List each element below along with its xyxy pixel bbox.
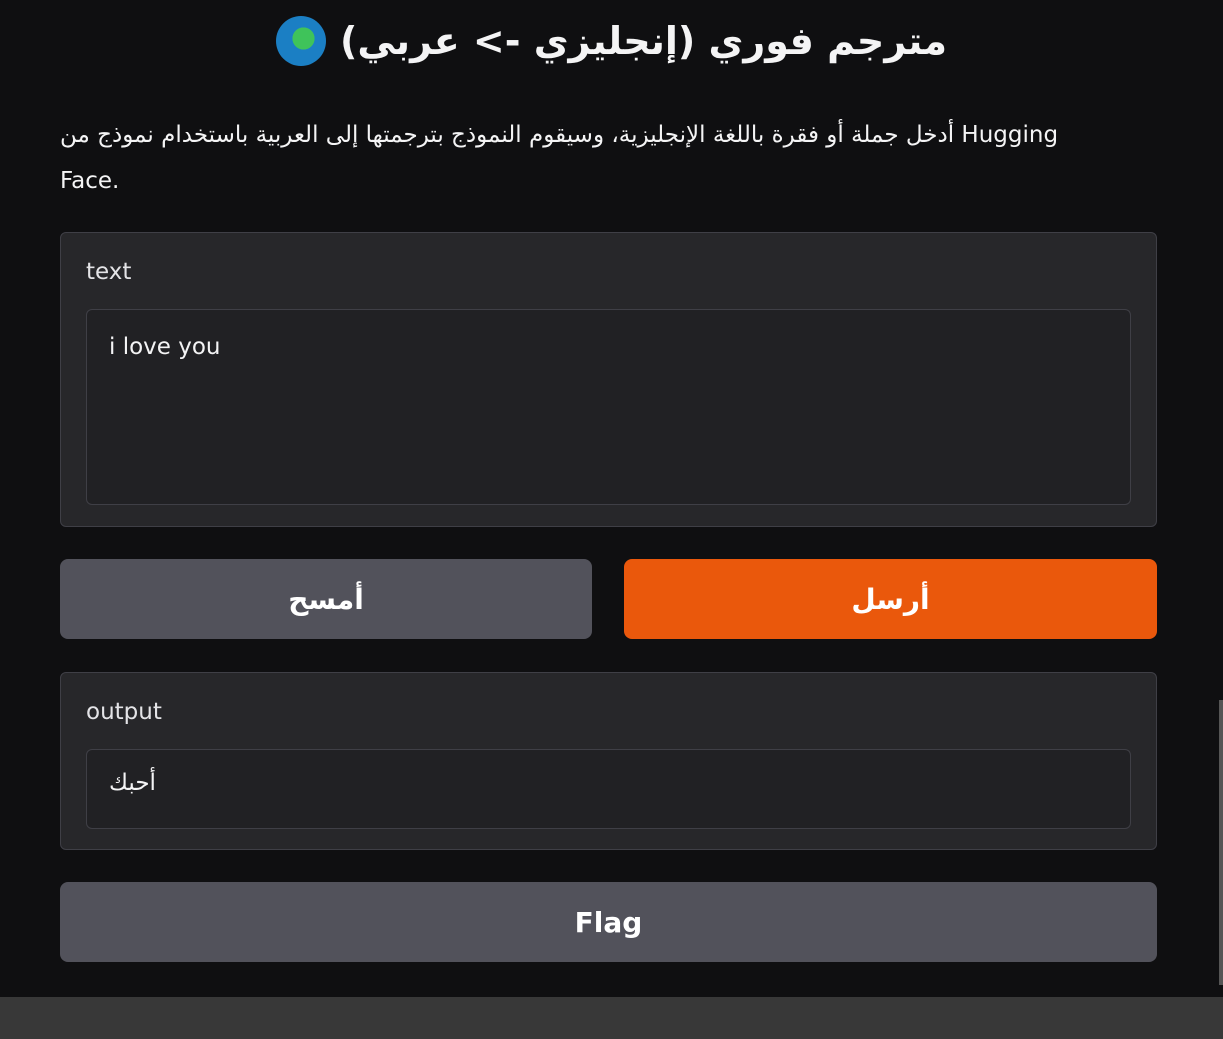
clear-button[interactable]: أمسح [60, 559, 592, 639]
footer-bar [0, 997, 1223, 1039]
page-title: مترجم فوري (إنجليزي -> عربي) [0, 16, 1223, 66]
output-panel: output أحبك [60, 672, 1157, 850]
input-label: text [86, 259, 132, 285]
globe-icon [275, 16, 326, 66]
text-input[interactable]: i love you [86, 309, 1131, 505]
description: أدخل جملة أو فقرة باللغة الإنجليزية، وسي… [60, 122, 1059, 194]
scrollbar[interactable] [1219, 700, 1223, 985]
output-field[interactable]: أحبك [86, 749, 1131, 829]
input-panel: text i love you [60, 232, 1157, 527]
submit-button[interactable]: أرسل [624, 559, 1157, 639]
page-title-text: مترجم فوري (إنجليزي -> عربي) [339, 19, 948, 63]
flag-button[interactable]: Flag [60, 882, 1157, 962]
output-label: output [86, 699, 162, 725]
